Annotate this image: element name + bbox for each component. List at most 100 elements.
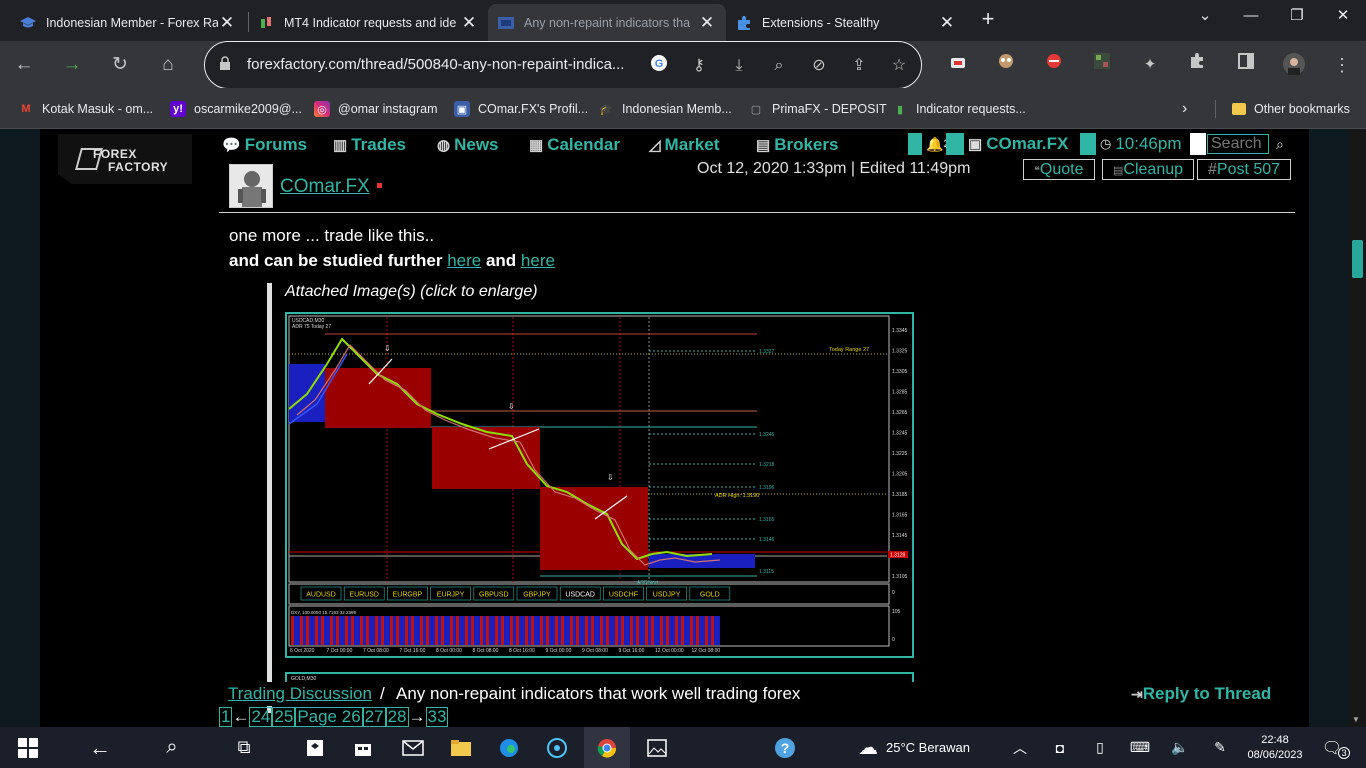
avatar[interactable] bbox=[229, 164, 273, 208]
forward-icon[interactable]: → bbox=[60, 53, 84, 77]
tab-extensions[interactable]: Extensions - Stealthy ✕ bbox=[726, 4, 966, 41]
search-icon[interactable]: ⌕ bbox=[1276, 136, 1284, 153]
pen-icon[interactable]: ✎ bbox=[1202, 727, 1238, 768]
here-link-2[interactable]: here bbox=[521, 251, 555, 270]
share-icon[interactable]: ⇪ bbox=[847, 54, 871, 78]
post-number-link[interactable]: #Post 507 bbox=[1197, 159, 1292, 180]
post-author[interactable]: COmar.FX bbox=[280, 176, 370, 198]
other-bookmarks[interactable]: Other bookmarks bbox=[1232, 100, 1350, 118]
chevron-up-icon[interactable]: ︿ bbox=[1002, 727, 1038, 768]
nav-time[interactable]: ◷ 10:46pm bbox=[1100, 133, 1182, 155]
puzzle-icon[interactable] bbox=[1186, 53, 1210, 77]
bookmark-yahoo[interactable]: y! oscarmike2009@... bbox=[170, 100, 302, 118]
nav-forums[interactable]: 💬 Forums bbox=[222, 133, 307, 157]
page-link[interactable]: 25 bbox=[272, 707, 296, 727]
app-icon[interactable] bbox=[534, 727, 580, 768]
bookmarks-more-chevron-icon[interactable]: › bbox=[1182, 100, 1187, 118]
reply-to-thread-button[interactable]: ⇥Reply to Thread bbox=[1131, 684, 1271, 704]
close-icon[interactable]: ✕ bbox=[218, 13, 236, 33]
here-link-1[interactable]: here bbox=[447, 251, 481, 270]
bookmark-primafx[interactable]: ▢ PrimaFX - DEPOSIT bbox=[748, 100, 887, 118]
key-icon[interactable]: ⚷ bbox=[687, 54, 711, 78]
store-icon[interactable] bbox=[340, 727, 386, 768]
nav-user[interactable]: ▣ COmar.FX bbox=[968, 133, 1068, 155]
back-arrow-icon[interactable]: ← bbox=[72, 727, 128, 768]
bookmark-star-icon[interactable]: ☆ bbox=[887, 54, 911, 78]
next-arrow-icon[interactable]: → bbox=[409, 707, 426, 726]
bookmark-gmail[interactable]: M Kotak Masuk - om... bbox=[18, 100, 153, 118]
notification-center-icon[interactable]: 🗨 3 bbox=[1316, 727, 1356, 768]
side-panel-icon[interactable] bbox=[1234, 53, 1258, 77]
new-tab-button[interactable]: + bbox=[976, 8, 1000, 32]
page-link[interactable]: 27 bbox=[362, 707, 386, 727]
tab-mt4-indicator[interactable]: MT4 Indicator requests and ide ✕ bbox=[248, 4, 488, 41]
search-icon[interactable]: ⌕ bbox=[144, 727, 200, 768]
price-tick: 1.3265 bbox=[892, 410, 908, 416]
date-tick: 7 Oct 16:00 bbox=[400, 648, 426, 654]
scrollbar-thumb[interactable] bbox=[1352, 240, 1363, 278]
extension-icon[interactable]: ✦ bbox=[1138, 53, 1162, 77]
nav-market[interactable]: ◿ Market bbox=[649, 133, 719, 157]
trading-discussion-link[interactable]: Trading Discussion bbox=[228, 684, 372, 704]
profile-avatar[interactable] bbox=[1282, 53, 1306, 77]
zoom-icon[interactable]: ⌕ bbox=[767, 54, 791, 78]
usb-icon[interactable]: ▯ bbox=[1082, 727, 1118, 768]
chrome-icon[interactable] bbox=[584, 727, 630, 768]
mail-icon[interactable] bbox=[390, 727, 436, 768]
eye-off-icon[interactable]: ⊘ bbox=[807, 54, 831, 78]
page-link[interactable]: 24 bbox=[249, 707, 273, 727]
nav-trades[interactable]: ▥ Trades bbox=[333, 133, 406, 157]
close-icon[interactable]: ✕ bbox=[938, 13, 956, 33]
page-link-last[interactable]: 33 bbox=[425, 707, 449, 727]
extension-icon[interactable] bbox=[946, 53, 970, 77]
bookmark-profile[interactable]: ▣ COmar.FX's Profil... bbox=[454, 100, 588, 118]
nav-news[interactable]: ◍ News bbox=[437, 133, 499, 157]
bookmark-indonesian[interactable]: 🎓 Indonesian Memb... bbox=[598, 100, 732, 118]
minimize-icon[interactable]: — bbox=[1228, 2, 1274, 30]
chart-adr: ADR 75 Today 27 bbox=[292, 324, 331, 330]
help-icon[interactable]: ? bbox=[760, 727, 810, 768]
nav-brokers[interactable]: ▤ Brokers bbox=[756, 133, 838, 157]
nav-calendar[interactable]: ▦ Calendar bbox=[529, 133, 620, 157]
clock[interactable]: 22:48 08/06/2023 bbox=[1240, 727, 1310, 768]
close-icon[interactable]: ✕ bbox=[460, 13, 478, 33]
forex-factory-logo[interactable]: FOREX FACTORY bbox=[58, 134, 192, 184]
tab-indonesian-member[interactable]: Indonesian Member - Forex Ra ✕ bbox=[10, 4, 246, 41]
install-icon[interactable]: ⤓ bbox=[727, 54, 751, 78]
scroll-down-arrow-icon[interactable]: ▼ bbox=[1352, 715, 1360, 724]
photos-icon[interactable] bbox=[634, 727, 680, 768]
tab-any-non-repaint[interactable]: Any non-repaint indicators tha ✕ bbox=[488, 4, 726, 41]
reload-icon[interactable]: ↻ bbox=[108, 53, 132, 77]
bookmark-indicator[interactable]: ▮ Indicator requests... bbox=[892, 100, 1026, 118]
extension-icon[interactable] bbox=[994, 53, 1018, 77]
page-scrollbar[interactable] bbox=[1349, 129, 1366, 727]
block-icon[interactable] bbox=[1042, 53, 1066, 77]
home-icon[interactable]: ⌂ bbox=[156, 53, 180, 77]
cleanup-button[interactable]: ▤Cleanup bbox=[1102, 159, 1195, 180]
bookmark-instagram[interactable]: ◎ @omar instagram bbox=[314, 100, 438, 118]
windows-start-icon[interactable] bbox=[0, 727, 56, 768]
window-close-icon[interactable]: ✕ bbox=[1320, 2, 1366, 30]
page-link-first[interactable]: 1 bbox=[219, 707, 233, 727]
restore-icon[interactable]: ❐ bbox=[1274, 2, 1320, 30]
volume-icon[interactable]: 🔈 bbox=[1162, 727, 1198, 768]
network-icon[interactable]: ⌨ bbox=[1122, 727, 1158, 768]
close-icon[interactable]: ✕ bbox=[698, 13, 716, 33]
menu-dots-icon[interactable]: ⋮ bbox=[1330, 53, 1354, 77]
site-search-input[interactable] bbox=[1207, 134, 1269, 154]
task-view-icon[interactable]: ⧉ bbox=[216, 727, 272, 768]
attached-chart-image[interactable]: ⇩ ⇩ ⇩ 1.3345 1.3325 1.3305 1.3285 1.3265 1.3245… bbox=[285, 312, 914, 658]
dropbox-icon[interactable] bbox=[292, 727, 338, 768]
weather-widget[interactable]: ☁ 25°C Berawan bbox=[858, 727, 994, 768]
meet-icon[interactable]: ◘ bbox=[1042, 727, 1078, 768]
page-link[interactable]: 28 bbox=[385, 707, 409, 727]
extension-icon[interactable] bbox=[1090, 53, 1114, 77]
quote-button[interactable]: ❝Quote bbox=[1023, 159, 1095, 180]
google-icon[interactable]: G bbox=[647, 54, 671, 78]
tab-search-chevron-icon[interactable]: ⌄ bbox=[1182, 2, 1228, 30]
edge-icon[interactable] bbox=[486, 727, 532, 768]
address-bar[interactable]: forexfactory.com/thread/500840-any-non-r… bbox=[204, 41, 922, 89]
prev-arrow-icon[interactable]: ← bbox=[232, 707, 249, 726]
back-icon[interactable]: ← bbox=[12, 53, 36, 77]
file-explorer-icon[interactable] bbox=[438, 727, 484, 768]
